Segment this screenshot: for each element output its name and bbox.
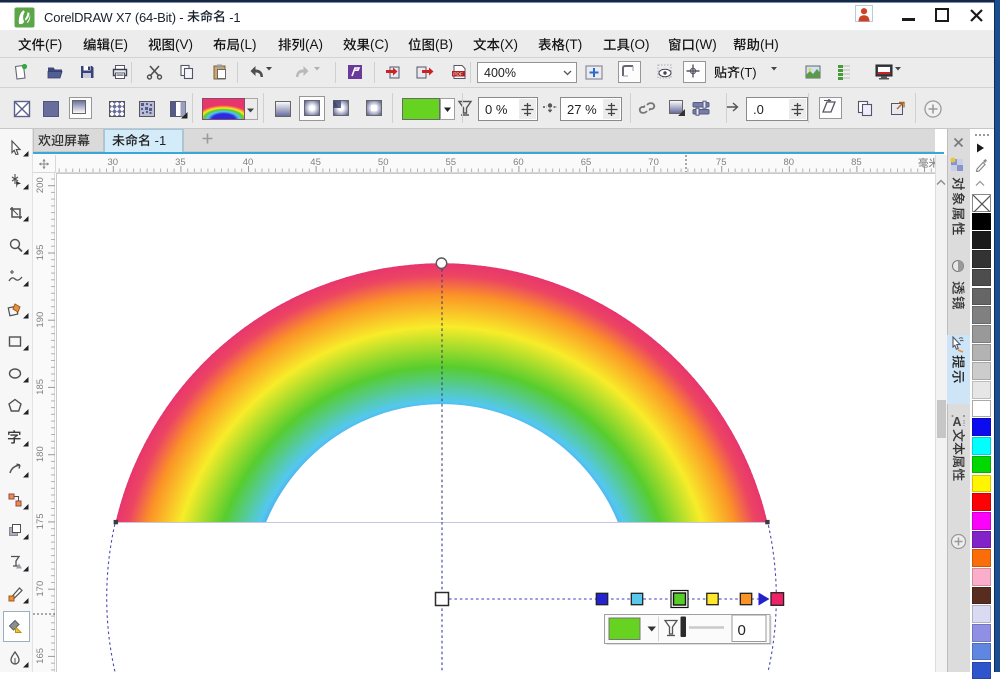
- svg-text:200: 200: [35, 177, 46, 193]
- svg-text:175: 175: [35, 513, 46, 529]
- svg-text:185: 185: [35, 379, 46, 395]
- svg-text:80: 80: [784, 157, 795, 168]
- svg-text:40: 40: [243, 157, 254, 168]
- svg-text:70: 70: [648, 157, 659, 168]
- svg-text:165: 165: [35, 648, 46, 664]
- svg-text:85: 85: [851, 157, 862, 168]
- svg-text:75: 75: [716, 157, 727, 168]
- svg-text:A: A: [952, 415, 961, 428]
- svg-text:PDF: PDF: [453, 72, 463, 78]
- svg-text:0: 0: [738, 622, 746, 639]
- svg-text:45: 45: [310, 157, 321, 168]
- svg-text:170: 170: [35, 581, 46, 597]
- svg-text:65: 65: [581, 157, 592, 168]
- svg-text:180: 180: [35, 446, 46, 462]
- svg-text:55: 55: [446, 157, 457, 168]
- svg-text:190: 190: [35, 312, 46, 328]
- svg-text:60: 60: [513, 157, 524, 168]
- svg-text:30: 30: [108, 157, 119, 168]
- svg-text:195: 195: [35, 245, 46, 261]
- svg-text:50: 50: [378, 157, 389, 168]
- svg-text:35: 35: [175, 157, 186, 168]
